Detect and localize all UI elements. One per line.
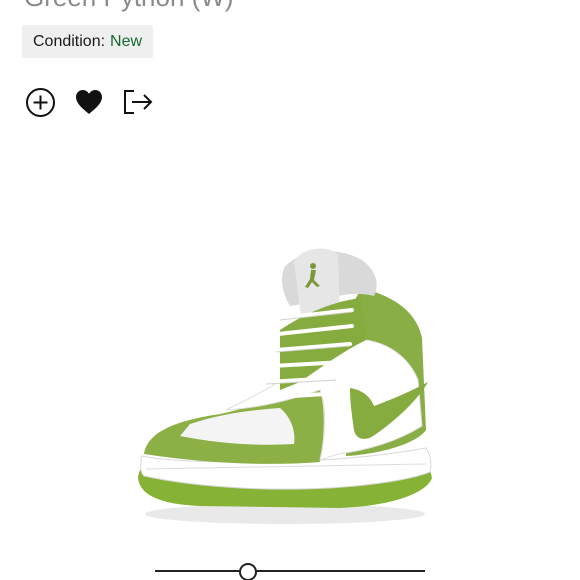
slider-track xyxy=(155,570,425,572)
slider-thumb[interactable] xyxy=(238,563,257,580)
condition-value: New xyxy=(110,32,143,50)
image-viewer-slider[interactable] xyxy=(155,562,425,580)
favorite-button[interactable] xyxy=(73,86,105,118)
condition-label: Condition: xyxy=(33,32,106,50)
plus-circle-icon xyxy=(25,87,55,117)
add-to-portfolio-button[interactable] xyxy=(24,86,56,118)
action-row xyxy=(24,86,171,118)
product-image[interactable] xyxy=(130,240,440,530)
share-icon xyxy=(124,90,153,114)
product-title: Green Python (W) xyxy=(24,0,234,12)
heart-icon xyxy=(76,90,102,114)
share-button[interactable] xyxy=(122,86,154,118)
product-page: Green Python (W) Condition: New xyxy=(0,0,580,580)
condition-badge: Condition: New xyxy=(22,25,154,58)
